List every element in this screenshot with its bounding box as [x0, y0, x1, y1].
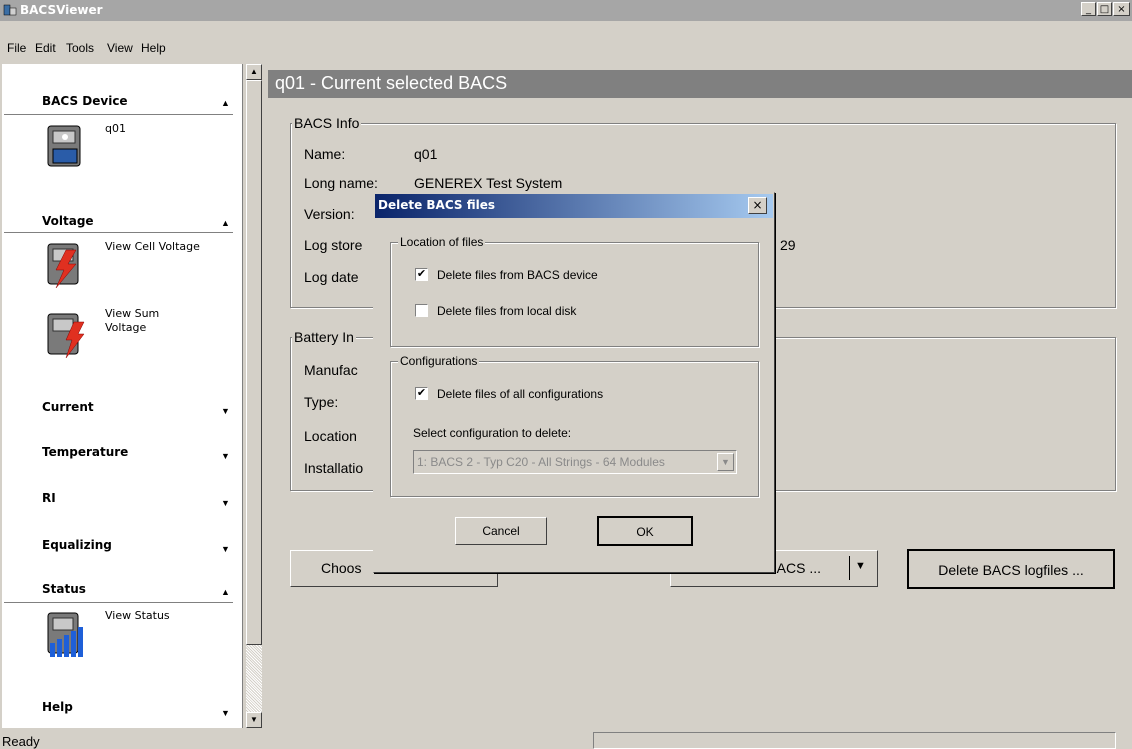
title-bar — [0, 0, 1132, 21]
section-bacs-device-title[interactable]: BACS Device — [42, 94, 128, 108]
dialog-title: Delete BACS files — [378, 198, 495, 212]
scroll-down-icon[interactable]: ▼ — [246, 712, 262, 728]
cancel-button[interactable]: Cancel — [455, 517, 547, 545]
chevron-down-icon[interactable]: ▼ — [717, 453, 734, 471]
info-label: Version: — [304, 206, 355, 222]
bacs-device-icon[interactable] — [44, 122, 88, 172]
delete-local-label[interactable]: Delete files from local disk — [437, 304, 576, 318]
section-ri-title[interactable]: RI — [42, 491, 56, 505]
view-status-label[interactable]: View Status — [105, 609, 170, 623]
maximize-button[interactable]: □ — [1097, 2, 1112, 16]
info-label: Long name: — [304, 175, 378, 191]
minimize-button[interactable]: _ — [1081, 2, 1096, 16]
status-icon[interactable] — [44, 609, 88, 659]
location-group — [390, 242, 759, 347]
sidebar-scrollbar[interactable]: ▲ ▼ — [246, 64, 262, 728]
section-current-title[interactable]: Current — [42, 400, 94, 414]
ok-button[interactable]: OK — [597, 516, 693, 546]
expand-icon[interactable]: ▼ — [221, 708, 230, 718]
section-divider — [4, 602, 233, 603]
info-label: Location — [304, 428, 357, 444]
section-voltage-title[interactable]: Voltage — [42, 214, 94, 228]
status-text: Ready — [2, 734, 40, 749]
chevron-down-icon[interactable]: ▼ — [855, 560, 866, 572]
all-configs-label[interactable]: Delete files of all configurations — [437, 387, 603, 401]
cell-voltage-icon[interactable] — [44, 240, 88, 290]
view-cell-voltage-label[interactable]: View Cell Voltage — [105, 240, 200, 254]
collapse-icon[interactable]: ▲ — [221, 98, 230, 108]
scroll-up-icon[interactable]: ▲ — [246, 64, 262, 80]
delete-logfiles-button[interactable]: Delete BACS logfiles ... — [907, 549, 1115, 589]
configurations-group-label: Configurations — [398, 354, 480, 368]
collapse-icon[interactable]: ▲ — [221, 218, 230, 228]
collapse-icon[interactable]: ▲ — [221, 587, 230, 597]
info-label: Type: — [304, 394, 339, 410]
config-select-value: 1: BACS 2 - Typ C20 - All Strings - 64 M… — [417, 455, 665, 469]
view-sum-voltage-label[interactable]: View Sum Voltage — [105, 307, 175, 335]
info-label: Log date — [304, 269, 359, 285]
scroll-thumb[interactable] — [246, 80, 262, 645]
device-item-label[interactable]: q01 — [105, 122, 126, 136]
menu-edit[interactable]: Edit — [35, 41, 56, 55]
expand-icon[interactable]: ▼ — [221, 451, 230, 461]
status-panel — [593, 732, 1116, 749]
scroll-track[interactable] — [246, 645, 262, 712]
info-label: Installatio — [304, 460, 364, 476]
sum-voltage-icon[interactable] — [44, 310, 88, 360]
info-label: Name: — [304, 146, 346, 162]
menu-view[interactable]: View — [107, 41, 133, 55]
bacs-info-label: BACS Info — [292, 115, 362, 131]
menu-file[interactable]: File — [7, 41, 26, 55]
expand-icon[interactable]: ▼ — [221, 544, 230, 554]
battery-info-label: Battery In — [292, 329, 356, 345]
section-equalizing-title[interactable]: Equalizing — [42, 538, 112, 552]
delete-device-checkbox[interactable]: ✔ — [415, 268, 428, 281]
sidebar: BACS Device ▲ q01 Voltage ▲ View Cell Vo… — [2, 64, 243, 728]
section-help-title[interactable]: Help — [42, 700, 73, 714]
page-title: q01 - Current selected BACS — [275, 73, 508, 93]
all-configs-checkbox[interactable]: ✔ — [415, 387, 428, 400]
info-value: q01 — [414, 146, 438, 162]
delete-local-checkbox[interactable] — [415, 304, 428, 317]
expand-icon[interactable]: ▼ — [221, 498, 230, 508]
dialog-close-icon[interactable]: × — [748, 197, 767, 214]
info-value: 29 — [780, 237, 796, 253]
expand-icon[interactable]: ▼ — [221, 406, 230, 416]
window-title: BACSViewer — [20, 3, 103, 17]
config-select[interactable]: 1: BACS 2 - Typ C20 - All Strings - 64 M… — [413, 450, 737, 474]
location-group-label: Location of files — [398, 235, 486, 249]
close-button[interactable]: × — [1113, 2, 1130, 16]
section-divider — [4, 232, 233, 233]
section-divider — [4, 114, 233, 115]
info-label: Log store — [304, 237, 363, 253]
select-config-label: Select configuration to delete: — [413, 426, 572, 440]
info-label: Manufac — [304, 362, 358, 378]
info-value: GENEREX Test System — [414, 175, 563, 191]
delete-device-label[interactable]: Delete files from BACS device — [437, 268, 598, 282]
section-temperature-title[interactable]: Temperature — [42, 445, 128, 459]
section-status-title[interactable]: Status — [42, 582, 86, 596]
menu-help[interactable]: Help — [141, 41, 166, 55]
app-icon — [3, 4, 17, 16]
dropdown-divider — [849, 556, 850, 580]
menu-tools[interactable]: Tools — [66, 41, 94, 55]
